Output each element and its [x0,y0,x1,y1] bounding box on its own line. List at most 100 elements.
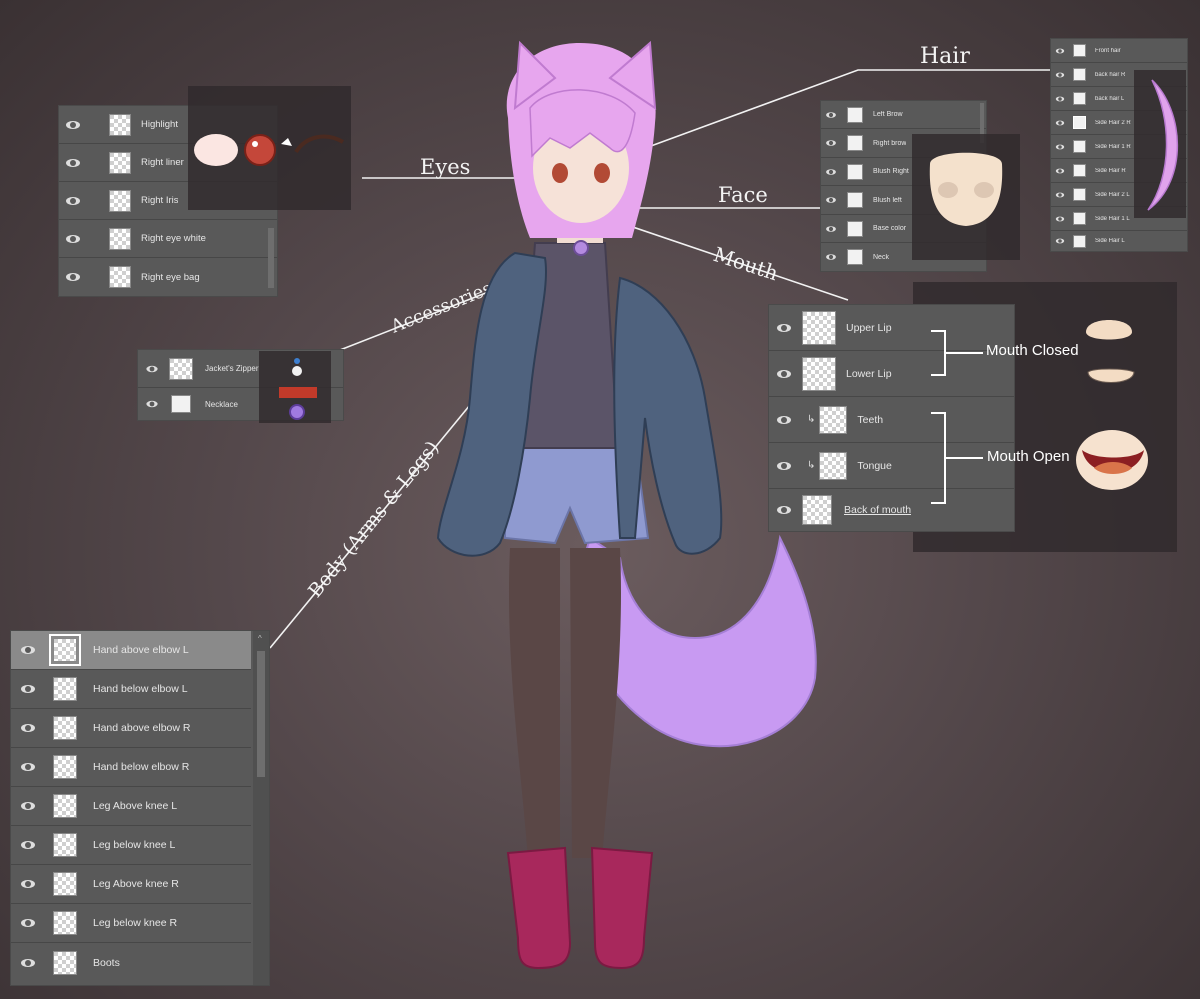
layer-name: Back of mouth [844,504,912,516]
layer-thumbnail [847,220,863,237]
eye-visibility-icon[interactable] [21,802,35,810]
layer-row[interactable]: Front hair [1051,39,1187,63]
layer-thumbnail [49,634,81,666]
side-hair-piece [1147,79,1178,211]
highlight-piece [281,138,292,146]
layer-row[interactable]: Left Brow [821,101,986,129]
eye-visibility-icon[interactable] [21,763,35,771]
eye-visibility-icon[interactable] [1055,144,1065,149]
layer-thumbnail [109,227,131,250]
layer-thumbnail [171,395,191,413]
layer-thumbnail [53,677,77,701]
layer-row[interactable]: Leg below knee L [11,826,251,865]
layer-row[interactable]: Right eye bag [59,258,277,296]
layer-row[interactable]: Hand below elbow R [11,748,251,787]
eye-white-piece [194,134,238,166]
layer-name: Right liner [141,157,184,168]
scroll-up-arrow-icon[interactable]: ^ [258,634,262,643]
layer-name: Front hair [1095,47,1121,54]
accessories-preview [259,351,331,423]
eye-visibility-icon[interactable] [66,273,80,281]
layer-thumbnail [169,357,193,380]
layer-name: Right eye bag [141,271,200,283]
eye-visibility-icon[interactable] [1055,238,1065,244]
eye-visibility-icon[interactable] [21,685,35,693]
eye-visibility-icon[interactable] [777,461,791,470]
side-hair-art [1147,79,1178,211]
layer-name: Hand below elbow R [93,761,190,773]
eye-visibility-icon[interactable] [826,140,836,146]
eye-visibility-icon[interactable] [1055,216,1065,221]
eye-visibility-icon[interactable] [66,120,80,129]
eye-visibility-icon[interactable] [777,369,791,378]
eye-visibility-icon[interactable] [1055,168,1065,173]
layer-name: Teeth [857,413,884,426]
layer-thumbnail [1073,234,1086,248]
open-brace [931,412,946,504]
eye-visibility-icon[interactable] [146,400,158,408]
bell-piece [289,404,305,420]
layer-thumbnail [53,755,77,779]
layer-thumbnail [53,833,77,857]
layer-row[interactable]: Hand above elbow R [11,709,251,748]
scrollbar-track[interactable]: ^ [253,631,269,985]
layer-thumbnail [53,951,77,975]
layer-row[interactable]: Leg below knee R [11,904,251,943]
layer-row[interactable]: Right eye white [59,220,277,258]
layer-name: Left Brow [873,111,903,118]
layer-thumbnail [109,113,131,136]
layer-row[interactable]: Leg Above knee R [11,865,251,904]
hair-callout: Hair [920,44,970,69]
eye-visibility-icon[interactable] [777,506,791,514]
eye-visibility-icon[interactable] [1055,96,1065,101]
layer-thumbnail [819,405,848,434]
layer-name: Right Iris [141,195,179,206]
scrollbar-thumb[interactable] [257,651,265,777]
layer-name: Hand above elbow L [93,644,189,656]
eye-visibility-icon[interactable] [21,646,35,654]
layer-thumbnail [847,106,863,123]
eye-visibility-icon[interactable] [1055,48,1065,53]
eye-parts-preview [188,86,351,210]
upper-lip-piece [1086,320,1132,340]
layer-thumbnail [847,163,863,180]
eye-visibility-icon[interactable] [66,234,80,243]
eye-visibility-icon[interactable] [826,111,836,118]
layer-thumbnail [1073,212,1086,225]
layer-thumbnail [53,716,77,740]
layer-row-selected[interactable]: Hand above elbow L [11,631,251,670]
scrollbar[interactable] [268,228,274,288]
layer-thumbnail [53,872,77,896]
layer-thumbnail [819,451,848,480]
eye-visibility-icon[interactable] [1055,120,1065,125]
layer-thumbnail [109,266,131,288]
eye-visibility-icon[interactable] [777,323,791,332]
eye-visibility-icon[interactable] [66,196,80,205]
eye-visibility-icon[interactable] [21,880,35,888]
boot-right [590,846,654,970]
eye-visibility-icon[interactable] [826,254,836,260]
eye-visibility-icon[interactable] [21,959,35,967]
layer-row[interactable]: Leg Above knee L [11,787,251,826]
layer-thumbnail [1073,116,1086,129]
eye-visibility-icon[interactable] [777,415,791,424]
clipping-mask-arrow-icon: ↳ [807,414,816,425]
liner-piece [294,134,345,154]
eye-visibility-icon[interactable] [66,158,80,167]
layer-row[interactable]: Side Hair L [1051,231,1187,251]
eye-visibility-icon[interactable] [1055,72,1065,77]
eye-visibility-icon[interactable] [1055,192,1065,197]
eye-visibility-icon[interactable] [21,724,35,732]
eye-visibility-icon[interactable] [21,841,35,849]
eye-visibility-icon[interactable] [826,197,836,203]
eye-visibility-icon[interactable] [826,225,836,232]
mouth-open-label: Mouth Open [987,448,1070,465]
layer-name: Side Hair R [1095,167,1126,174]
layer-name: Highlight [141,119,178,130]
eye-visibility-icon[interactable] [826,168,836,175]
eye-visibility-icon[interactable] [146,365,158,372]
layer-row[interactable]: Boots [11,943,251,983]
layer-thumbnail [53,911,77,935]
eye-visibility-icon[interactable] [21,919,35,927]
layer-row[interactable]: Hand below elbow L [11,670,251,709]
